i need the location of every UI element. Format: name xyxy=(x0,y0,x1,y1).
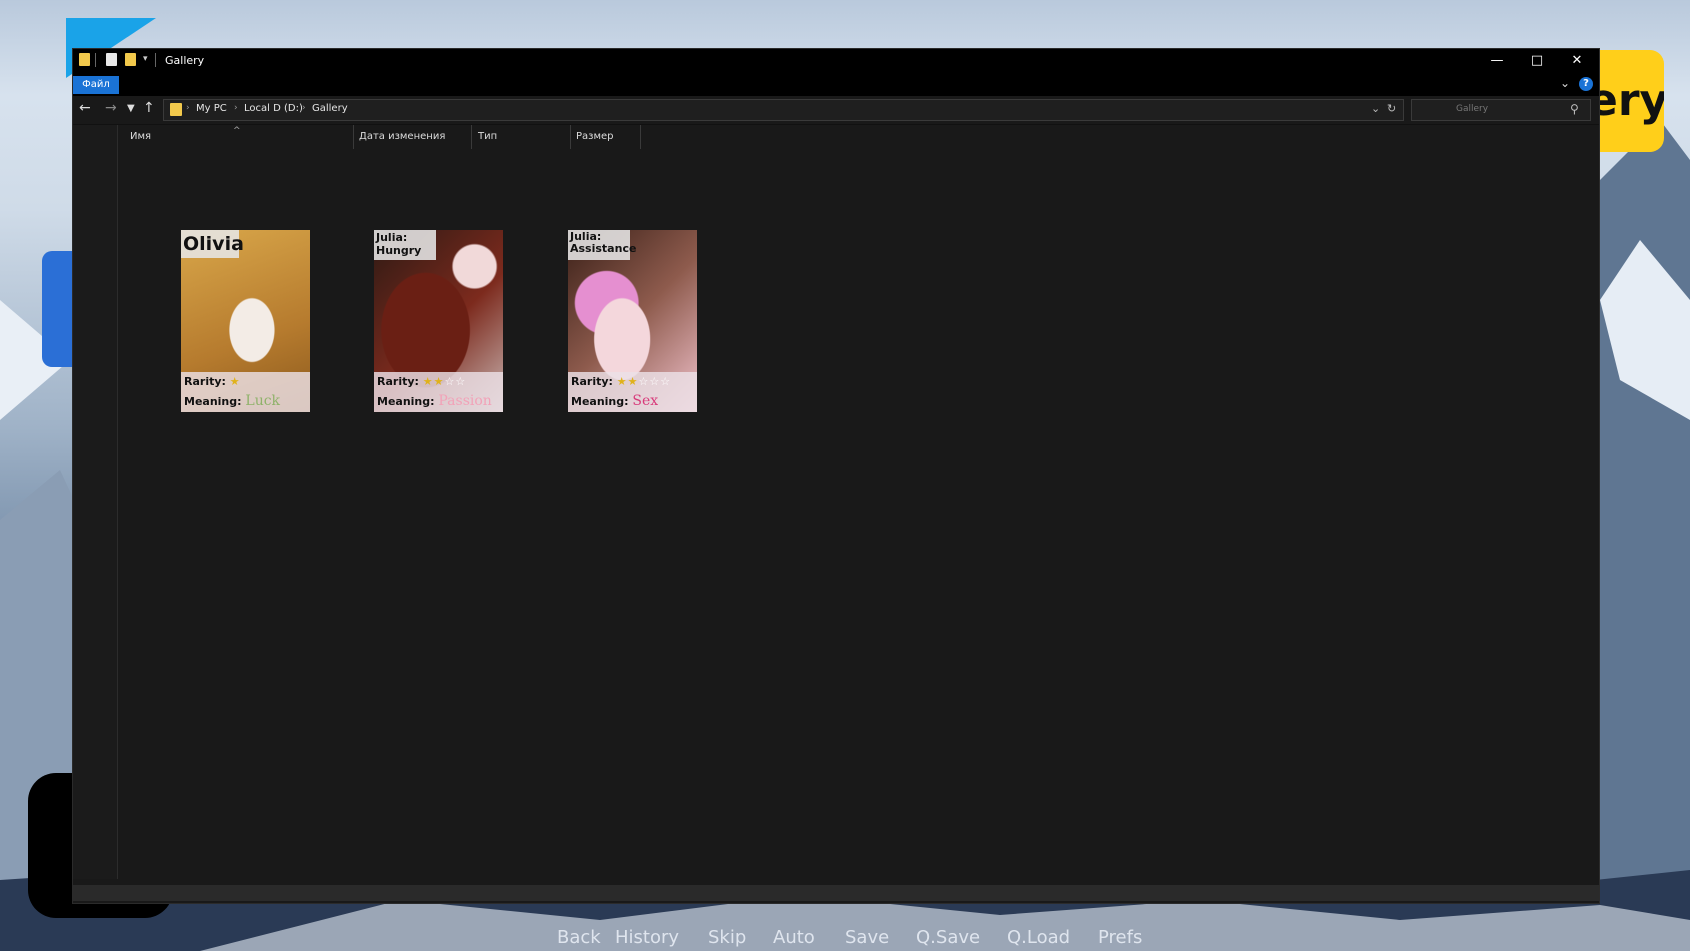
new-folder-icon[interactable] xyxy=(125,53,136,66)
card-footer: Rarity: ★★☆☆☆ Meaning: Sex xyxy=(568,372,697,412)
recent-locations-icon[interactable]: ▼ xyxy=(127,103,135,114)
card-thumbnail: Julia: Assistance Rarity: ★★☆☆☆ Meaning: … xyxy=(568,230,697,412)
back-arrow-icon[interactable]: ← xyxy=(79,100,91,116)
rarity-label: Rarity: xyxy=(377,375,419,388)
quick-menu-auto[interactable]: Auto xyxy=(773,927,815,948)
breadcrumb-my-pc[interactable]: My PC xyxy=(196,103,227,114)
properties-icon[interactable] xyxy=(106,53,117,66)
meaning-label: Meaning: xyxy=(377,395,435,408)
column-header-date-modified[interactable]: Дата изменения xyxy=(353,125,472,149)
card-title: Olivia xyxy=(181,230,244,258)
up-arrow-icon[interactable]: ↑ xyxy=(143,100,155,116)
rarity-label: Rarity: xyxy=(571,375,613,388)
search-icon[interactable]: ⚲ xyxy=(1570,102,1579,116)
meaning-value: Passion xyxy=(438,393,492,409)
rarity-stars: ★★☆☆ xyxy=(422,375,467,388)
window-title: Gallery xyxy=(165,54,205,67)
chevron-right-icon[interactable]: › xyxy=(234,103,238,113)
close-button[interactable]: ✕ xyxy=(1557,49,1597,73)
card-thumbnail: Julia: Hungry Rarity: ★★☆☆ Meaning: Passi… xyxy=(374,230,503,412)
card-title: Julia: Assistance xyxy=(568,230,636,260)
quick-menu-history[interactable]: History xyxy=(615,927,679,948)
card-title: Julia: Hungry xyxy=(374,230,436,260)
navigation-pane[interactable] xyxy=(73,125,118,879)
folder-icon xyxy=(79,53,90,66)
card-footer: Rarity: ★★☆☆ Meaning: Passion xyxy=(374,372,503,412)
quick-menu-skip[interactable]: Skip xyxy=(708,927,746,948)
column-header-type[interactable]: Тип xyxy=(472,125,571,149)
meaning-value: Luck xyxy=(245,393,281,409)
file-tab[interactable]: Файл xyxy=(73,76,119,94)
quick-menu-qsave[interactable]: Q.Save xyxy=(916,927,980,948)
rarity-stars: ★★☆☆☆ xyxy=(616,375,672,388)
help-icon[interactable]: ? xyxy=(1579,77,1593,91)
gallery-logo: ery xyxy=(1596,50,1664,152)
minimize-button[interactable]: — xyxy=(1477,49,1517,73)
mail-app-icon[interactable] xyxy=(42,251,72,367)
divider xyxy=(155,53,156,67)
quick-menu-qload[interactable]: Q.Load xyxy=(1007,927,1070,948)
meaning-value: Sex xyxy=(632,393,659,409)
column-header-name[interactable]: Имя ^ xyxy=(118,125,354,149)
quick-menu-back[interactable]: Back xyxy=(557,927,601,948)
address-bar[interactable]: › My PC › Local D (D:) › Gallery ⌄ ↻ xyxy=(163,99,1404,121)
file-item-julia-assistance[interactable]: Julia: Assistance Rarity: ★★☆☆☆ Meaning: … xyxy=(568,230,697,412)
divider xyxy=(95,53,96,67)
breadcrumb-gallery[interactable]: Gallery xyxy=(312,103,348,114)
card-thumbnail: Olivia Rarity: ★ Meaning: Luck xyxy=(181,230,310,412)
maximize-button[interactable]: □ xyxy=(1517,49,1557,73)
rarity-label: Rarity: xyxy=(184,375,226,388)
explorer-window: ▾ Gallery — □ ✕ Файл ⌄ ? ← → ▼ ↑ › My PC… xyxy=(72,48,1600,904)
refresh-icon[interactable]: ↻ xyxy=(1387,102,1396,115)
file-item-julia-hungry[interactable]: Julia: Hungry Rarity: ★★☆☆ Meaning: Passi… xyxy=(374,230,503,412)
address-dropdown-icon[interactable]: ⌄ xyxy=(1371,102,1380,115)
status-strip xyxy=(73,885,1599,901)
quick-menu-save[interactable]: Save xyxy=(845,927,889,948)
meaning-label: Meaning: xyxy=(571,395,629,408)
forward-arrow-icon[interactable]: → xyxy=(105,100,117,116)
rarity-stars: ★ xyxy=(229,375,241,388)
column-header-size[interactable]: Размер xyxy=(570,125,641,149)
game-quick-menu: Back History Skip Auto Save Q.Save Q.Loa… xyxy=(0,927,1690,951)
file-item-olivia[interactable]: Olivia Rarity: ★ Meaning: Luck xyxy=(181,230,310,412)
meaning-label: Meaning: xyxy=(184,395,242,408)
file-list: Имя ^ Дата изменения Тип Размер Olivia Ra… xyxy=(118,125,1599,879)
expand-ribbon-icon[interactable]: ⌄ xyxy=(1560,76,1570,90)
sort-caret-icon: ^ xyxy=(233,126,241,136)
search-placeholder: Gallery xyxy=(1456,104,1489,114)
title-bar: ▾ Gallery — □ ✕ xyxy=(73,49,1599,73)
navigation-bar: ← → ▼ ↑ › My PC › Local D (D:) › Gallery… xyxy=(73,96,1599,125)
breadcrumb-local-d[interactable]: Local D (D:) xyxy=(244,103,303,114)
folder-icon xyxy=(170,103,182,116)
quick-menu-prefs[interactable]: Prefs xyxy=(1098,927,1142,948)
chevron-right-icon[interactable]: › xyxy=(186,103,190,113)
search-box[interactable]: Gallery ⚲ xyxy=(1411,99,1591,121)
card-footer: Rarity: ★ Meaning: Luck xyxy=(181,372,310,412)
customize-quick-access-icon[interactable]: ▾ xyxy=(143,54,148,68)
chevron-right-icon[interactable]: › xyxy=(302,103,306,113)
ribbon: Файл ⌄ ? xyxy=(73,73,1599,96)
